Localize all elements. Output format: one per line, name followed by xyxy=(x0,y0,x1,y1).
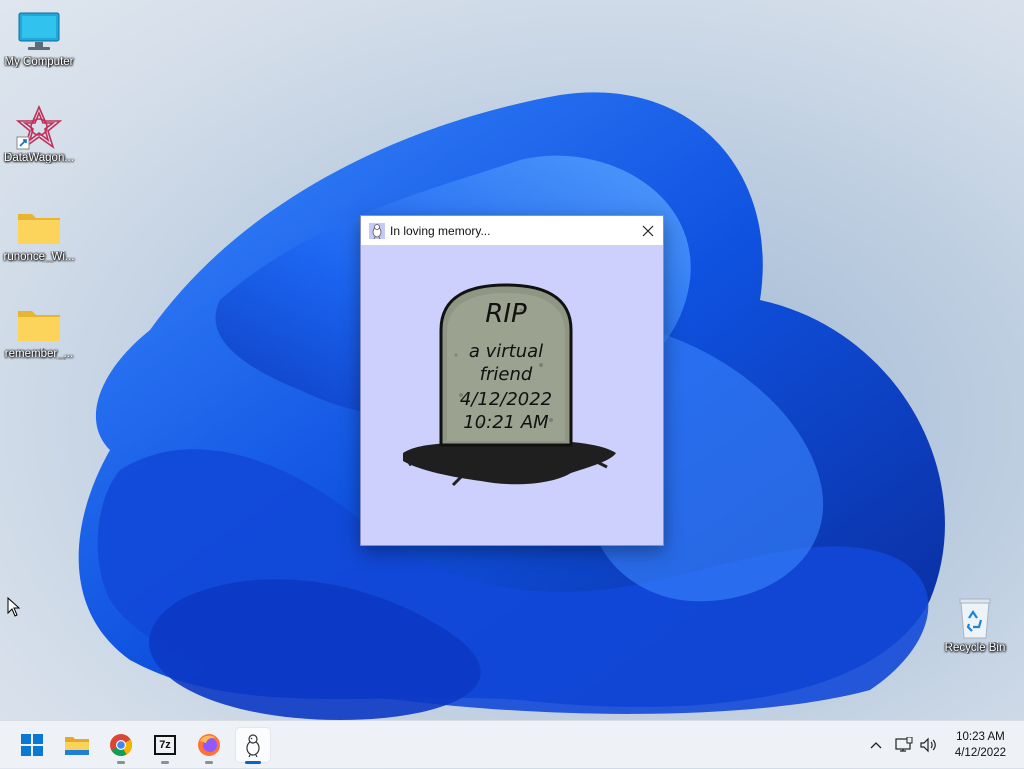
clock-date: 4/12/2022 xyxy=(954,747,1006,759)
network-button[interactable] xyxy=(893,721,915,769)
taskbar: 7z 10:23 AM 4/12/2022 xyxy=(0,720,1024,768)
running-indicator xyxy=(161,761,169,764)
running-indicator xyxy=(205,761,213,764)
window-content: RIP a virtual friend 4/12/2022 10:21 AM xyxy=(361,245,663,545)
start-icon xyxy=(21,734,43,756)
pet-app-icon xyxy=(369,222,385,239)
window-title: In loving memory... xyxy=(390,223,491,238)
tombstone-time: 10:21 AM xyxy=(463,412,549,433)
desktop-icon-datawagon[interactable]: DataWagon... xyxy=(0,105,78,164)
7zip-icon: 7z xyxy=(154,735,176,755)
taskbar-file-explorer[interactable] xyxy=(60,728,94,762)
folder-icon xyxy=(15,302,63,346)
chevron-up-icon xyxy=(870,742,882,749)
file-explorer-icon xyxy=(65,737,89,755)
start-button[interactable] xyxy=(15,728,49,762)
tray-overflow-button[interactable] xyxy=(866,721,886,769)
network-icon xyxy=(895,737,913,752)
datawagon-icon xyxy=(15,105,63,150)
desktop-icon-label: remember_... xyxy=(4,348,74,360)
desktop-icon-recycle-bin[interactable]: Recycle Bin xyxy=(936,596,1014,654)
desktop-icon-my-computer[interactable]: My Computer xyxy=(0,10,78,68)
speaker-icon xyxy=(920,737,936,753)
desktop-icon-runonce-folder[interactable]: runonce_Wi... xyxy=(0,205,78,263)
desktop-icon-label: Recycle Bin xyxy=(944,642,1006,654)
volume-button[interactable] xyxy=(917,721,939,769)
desktop-icon-label: DataWagon... xyxy=(4,152,74,164)
taskbar-clock[interactable]: 10:23 AM 4/12/2022 xyxy=(955,729,1006,761)
tombstone-line2: a virtual xyxy=(469,341,543,362)
memorial-window[interactable]: In loving memory... RIP a virtual friend… xyxy=(360,215,664,546)
desktop-icon-remember-folder[interactable]: remember_... xyxy=(0,302,78,360)
pet-app-icon xyxy=(246,734,260,757)
taskbar-pet-app[interactable] xyxy=(236,728,270,764)
desktop-icon-label: runonce_Wi... xyxy=(3,251,75,263)
tombstone-rip: RIP xyxy=(485,299,527,329)
taskbar-7zip[interactable]: 7z xyxy=(148,728,182,764)
folder-icon xyxy=(15,205,63,249)
desktop-icon-label: My Computer xyxy=(4,56,74,68)
taskbar-firefox[interactable] xyxy=(192,728,226,764)
firefox-icon xyxy=(198,734,220,756)
tombstone-line3: friend xyxy=(480,364,533,385)
active-indicator xyxy=(245,761,261,764)
tombstone-graphic: RIP a virtual friend 4/12/2022 10:21 AM xyxy=(403,283,616,487)
chrome-icon xyxy=(110,734,132,756)
close-button[interactable] xyxy=(633,216,663,245)
clock-time: 10:23 AM xyxy=(956,731,1005,743)
mouse-cursor-icon xyxy=(7,597,21,617)
window-titlebar[interactable]: In loving memory... xyxy=(361,216,663,245)
running-indicator xyxy=(117,761,125,764)
monitor-icon xyxy=(15,10,63,54)
taskbar-chrome[interactable] xyxy=(104,728,138,764)
close-icon xyxy=(642,225,654,236)
recycle-bin-icon xyxy=(951,596,999,640)
tombstone-date: 4/12/2022 xyxy=(460,389,552,410)
